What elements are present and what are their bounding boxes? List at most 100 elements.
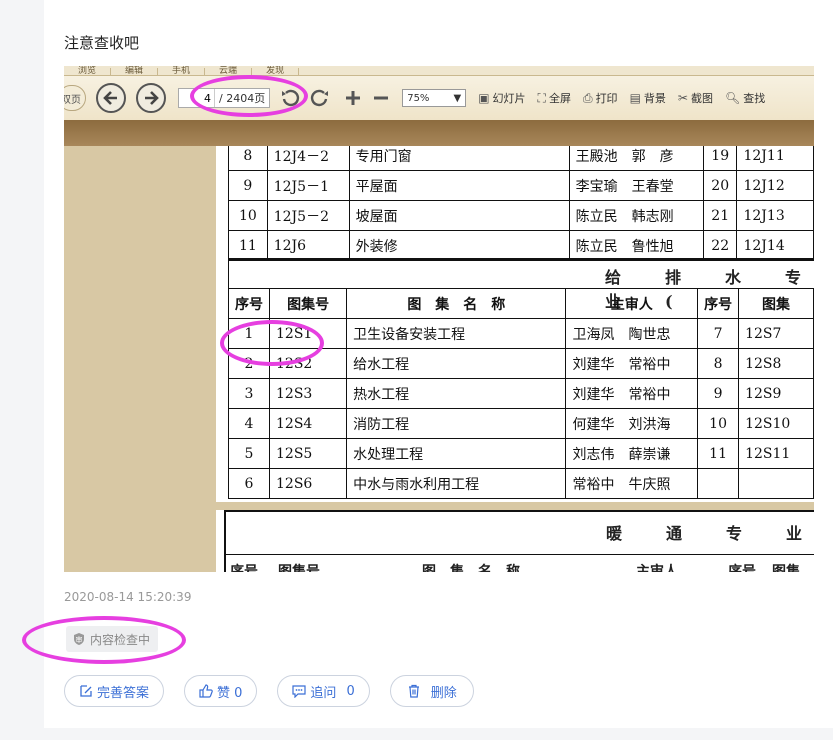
review-status-badge: 审 内容检查中 — [66, 626, 159, 652]
delete-button[interactable]: 删除 — [389, 675, 474, 707]
cell: 11 — [697, 438, 740, 469]
find-tool: 🔍︎ 查找 — [725, 90, 765, 106]
cell — [738, 468, 814, 499]
printer-icon: ⎙ — [582, 90, 593, 105]
zoom-out-icon — [372, 89, 390, 107]
follow-up-button[interactable]: 追问 0 — [277, 675, 370, 707]
hvac-table: 暖 通 专 业 (12 序号 图集号 图 集 名 称 主审人 序号 图集 — [224, 510, 814, 572]
table-row: 6 12S6 中水与雨水利用工程 常裕中 牛庆照 — [228, 468, 814, 499]
viewer-tab: 手机 — [158, 67, 206, 75]
background-tool: ▤ 背景 — [630, 90, 666, 106]
cell: 12J14 — [736, 230, 814, 261]
cell: 中水与雨水利用工程 — [346, 468, 567, 499]
cell: 12S3 — [268, 378, 348, 409]
zoom-in-icon — [344, 89, 362, 107]
search-icon: 🔍︎ — [724, 91, 741, 105]
cell: 20 — [702, 170, 738, 201]
post-text: 注意查收吧 — [64, 34, 140, 52]
forward-arrow-icon — [136, 83, 166, 113]
background-label: 背景 — [643, 92, 666, 105]
cell: 卫海凤 陶世忠 — [565, 318, 699, 349]
review-status-text: 内容检查中 — [90, 632, 151, 647]
cell: 12J6 — [266, 230, 350, 261]
cell: 平屋面 — [348, 170, 570, 201]
cell: 王殿池 郭 彦 — [568, 146, 704, 171]
section-title: 给 排 水 专 业 ( — [228, 258, 814, 311]
header-cell: 图集 — [772, 564, 800, 572]
like-label: 赞 0 — [217, 685, 243, 701]
improve-answer-button[interactable]: 完善答案 — [64, 675, 165, 707]
cell: 给水工程 — [346, 348, 567, 379]
cell: 12S8 — [738, 348, 814, 379]
header-cell: 序号 — [728, 564, 756, 572]
cell: 刘建华 常裕中 — [565, 378, 699, 409]
print-label: 打印 — [595, 92, 618, 105]
rotate-right-icon — [310, 88, 330, 108]
double-page-label: 双页 — [64, 85, 86, 111]
header-cell: 序号 — [228, 288, 270, 319]
cell: 水处理工程 — [346, 438, 567, 469]
delete-label: 删除 — [430, 685, 457, 701]
edit-icon — [80, 685, 92, 697]
back-arrow-icon — [96, 83, 126, 113]
header-cell: 图集号 — [278, 564, 320, 572]
viewer-divider — [64, 120, 814, 146]
cell: 李宝瑜 王春堂 — [568, 170, 704, 201]
highlight-atlas-code — [220, 320, 324, 366]
header-cell: 图集号 — [268, 288, 348, 319]
cell: 陈立民 韩志刚 — [568, 200, 704, 231]
cell: 12S4 — [268, 408, 348, 439]
scissors-icon: ✂ — [677, 91, 688, 105]
comment-icon — [292, 685, 307, 698]
screenshot-label: 截图 — [690, 92, 713, 105]
cell: 12J11 — [736, 146, 814, 171]
cell: 12J5－1 — [266, 170, 350, 201]
header-cell: 图集 — [738, 288, 814, 319]
viewer-toolbar: 双页 / 2404页 75% ▼ ▣幻灯片 ⛶全屏 ⎙打印 ▤背景 — [64, 76, 814, 120]
cell: 消防工程 — [346, 408, 567, 439]
cell: 12J13 — [736, 200, 814, 231]
hvac-header-row: 序号 图集号 图 集 名 称 主审人 序号 图集 — [226, 554, 814, 572]
cell: 4 — [228, 408, 270, 439]
cell: 外装修 — [348, 230, 570, 261]
like-button[interactable]: 赞 0 — [184, 675, 258, 707]
water-supply-table: 序号 图集号 图 集 名 称 主审人 序号 图集 1 12S1 卫生设备安装工程… — [228, 288, 814, 499]
slideshow-label: 幻灯片 — [492, 92, 526, 105]
cell: 7 — [697, 318, 740, 349]
post-timestamp: 2020-08-14 15:20:39 — [64, 590, 192, 604]
header-cell: 序号 — [230, 564, 258, 572]
cell: 12S6 — [268, 468, 348, 499]
follow-up-count: 0 — [346, 683, 355, 699]
cell: 热水工程 — [346, 378, 567, 409]
cell: 卫生设备安装工程 — [346, 318, 567, 349]
cell: 9 — [228, 170, 268, 201]
slideshow-tool: ▣ 幻灯片 — [478, 90, 525, 106]
cell: 12S5 — [268, 438, 348, 469]
table-row: 5 12S5 水处理工程 刘志伟 薛崇谦 11 12S11 — [228, 438, 814, 469]
cell — [697, 468, 740, 499]
top-table: 8 12J4－2 专用门窗 王殿池 郭 彦 19 12J11 9 12J5－1 … — [228, 146, 814, 261]
fullscreen-label: 全屏 — [548, 92, 571, 105]
action-bar: 完善答案 赞 0 追问 0 删除 — [64, 675, 474, 707]
table-header-row: 序号 图集号 图 集 名 称 主审人 序号 图集 — [228, 288, 814, 319]
fullscreen-icon: ⛶ — [537, 90, 546, 105]
cell: 刘建华 常裕中 — [565, 348, 699, 379]
cell: 刘志伟 薛崇谦 — [565, 438, 699, 469]
cell: 10 — [228, 200, 268, 231]
page-gap — [216, 502, 814, 510]
viewer-tab: 浏览 — [64, 67, 112, 75]
follow-up-label: 追问 — [310, 685, 337, 701]
cell: 12J4－2 — [266, 146, 350, 171]
highlight-page-number — [190, 75, 308, 117]
cell: 8 — [228, 146, 268, 171]
trash-icon — [408, 684, 419, 698]
cell: 21 — [702, 200, 738, 231]
cell: 12J12 — [736, 170, 814, 201]
projector-icon: ▣ — [478, 91, 490, 105]
svg-text:审: 审 — [76, 635, 83, 644]
print-tool: ⎙ 打印 — [583, 90, 618, 106]
cell: 22 — [702, 230, 738, 261]
cell: 12S9 — [738, 378, 814, 409]
header-cell: 主审人 — [636, 564, 678, 572]
cell: 常裕中 牛庆照 — [565, 468, 699, 499]
